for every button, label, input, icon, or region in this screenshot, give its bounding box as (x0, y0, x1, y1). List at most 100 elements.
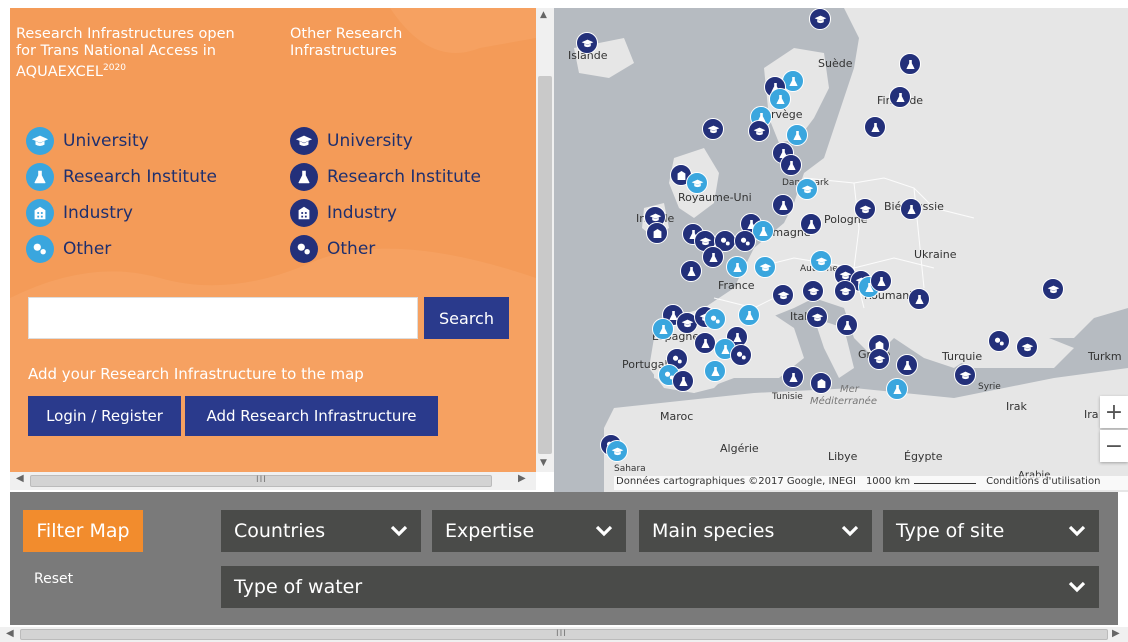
europe-map[interactable]: Islande Suède Finlande Norvège Danemark … (554, 8, 1128, 492)
map-attribution-bar: Données cartographiques ©2017 Google, IN… (614, 476, 1128, 490)
molecule-icon (290, 235, 318, 263)
login-register-button[interactable]: Login / Register (28, 396, 181, 436)
map-marker-research-institute[interactable] (899, 53, 921, 75)
other-legend-list: University Research Institute Industry O… (290, 123, 481, 267)
map-marker-research-institute[interactable] (800, 213, 822, 235)
map-label-syrie: Syrie (978, 382, 1001, 392)
scroll-left-arrow-icon[interactable]: ◀ (6, 628, 14, 639)
map-marker-research-institute[interactable] (738, 304, 760, 326)
scrollbar-thumb[interactable] (538, 76, 552, 454)
map-marker-research-institute[interactable] (652, 318, 674, 340)
map-scale-label: 1000 km (865, 476, 911, 487)
map-marker-university[interactable] (868, 348, 890, 370)
chevron-down-icon (1068, 581, 1086, 593)
flask-icon (290, 163, 318, 191)
legend-item-other-university: University (290, 123, 481, 159)
map-marker-university[interactable] (686, 172, 708, 194)
map-marker-university[interactable] (754, 256, 776, 278)
map-marker-research-institute[interactable] (864, 116, 886, 138)
legend-item-other-industry: Industry (290, 195, 481, 231)
aquaexcel-legend-heading: Research Infrastructures open for Trans … (16, 26, 256, 81)
zoom-out-button[interactable]: − (1100, 430, 1128, 462)
map-marker-research-institute[interactable] (782, 366, 804, 388)
other-legend-heading: Other Research Infrastructures (290, 26, 403, 59)
type-of-water-select-label: Type of water (234, 576, 363, 598)
map-marker-research-institute[interactable] (694, 332, 716, 354)
map-marker-research-institute[interactable] (896, 354, 918, 376)
reset-link[interactable]: Reset (34, 571, 73, 587)
countries-select[interactable]: Countries (221, 510, 421, 552)
map-marker-university[interactable] (802, 280, 824, 302)
map-marker-other[interactable] (988, 330, 1010, 352)
chevron-down-icon (595, 525, 613, 537)
building-icon (26, 199, 54, 227)
map-marker-research-institute[interactable] (726, 256, 748, 278)
map-marker-research-institute[interactable] (889, 86, 911, 108)
map-marker-research-institute[interactable] (772, 194, 794, 216)
map-marker-university[interactable] (809, 8, 831, 30)
scroll-left-arrow-icon[interactable]: ◀ (16, 473, 24, 484)
map-marker-university[interactable] (810, 250, 832, 272)
expertise-select[interactable]: Expertise (432, 510, 626, 552)
search-input[interactable] (28, 297, 418, 339)
map-marker-research-institute[interactable] (900, 198, 922, 220)
legend-panel-vertical-scrollbar[interactable]: ▲ ▼ (536, 8, 554, 472)
map-marker-research-institute[interactable] (780, 154, 802, 176)
map-marker-research-institute[interactable] (680, 260, 702, 282)
flask-icon (26, 163, 54, 191)
map-marker-research-institute[interactable] (870, 270, 892, 292)
map-marker-university[interactable] (954, 364, 976, 386)
map-marker-other[interactable] (730, 344, 752, 366)
map-marker-university[interactable] (796, 178, 818, 200)
legend-panel: Research Infrastructures open for Trans … (10, 8, 536, 472)
map-marker-research-institute[interactable] (908, 288, 930, 310)
map-marker-research-institute[interactable] (836, 314, 858, 336)
map-marker-university[interactable] (606, 440, 628, 462)
legend-item-other-other: Other (290, 231, 481, 267)
legend-label: Research Institute (327, 167, 481, 187)
main-species-select[interactable]: Main species (639, 510, 872, 552)
legend-item-aqua-industry: Industry (26, 195, 217, 231)
add-research-infrastructure-button[interactable]: Add Research Infrastructure (185, 396, 438, 436)
map-label-irak: Irak (1006, 400, 1027, 413)
map-marker-research-institute[interactable] (702, 246, 724, 268)
graduation-cap-icon (26, 127, 54, 155)
map-marker-research-institute[interactable] (786, 124, 808, 146)
scroll-right-arrow-icon[interactable]: ▶ (518, 473, 526, 484)
search-button[interactable]: Search (424, 297, 509, 339)
scroll-down-arrow-icon[interactable]: ▼ (540, 458, 547, 468)
map-marker-university[interactable] (806, 306, 828, 328)
page-horizontal-scrollbar[interactable]: ◀ III ▶ (0, 627, 1128, 642)
map-label-egypte: Égypte (904, 450, 943, 463)
legend-item-aqua-university: University (26, 123, 217, 159)
legend-panel-horizontal-scrollbar[interactable]: ◀ III ▶ (10, 472, 536, 490)
map-marker-industry[interactable] (646, 222, 668, 244)
map-marker-university[interactable] (1016, 336, 1038, 358)
type-of-water-select[interactable]: Type of water (221, 566, 1099, 608)
aquaexcel-heading-sup: 2020 (103, 63, 126, 73)
map-label-algerie: Algérie (720, 442, 759, 455)
legend-label: Other (63, 239, 112, 259)
map-marker-university[interactable] (748, 120, 770, 142)
map-marker-university[interactable] (702, 118, 724, 140)
map-marker-university[interactable] (772, 284, 794, 306)
scroll-right-arrow-icon[interactable]: ▶ (1112, 628, 1120, 639)
map-marker-university[interactable] (834, 280, 856, 302)
map-marker-other[interactable] (734, 230, 756, 252)
map-marker-university[interactable] (576, 32, 598, 54)
zoom-in-button[interactable]: + (1100, 396, 1128, 428)
map-marker-university[interactable] (1042, 278, 1064, 300)
scroll-up-arrow-icon[interactable]: ▲ (540, 10, 547, 20)
map-marker-research-institute[interactable] (704, 360, 726, 382)
map-marker-industry[interactable] (810, 372, 832, 394)
legend-label: Research Institute (63, 167, 217, 187)
map-marker-research-institute[interactable] (769, 88, 791, 110)
map-marker-other[interactable] (704, 308, 726, 330)
map-marker-research-institute[interactable] (672, 370, 694, 392)
countries-select-label: Countries (234, 520, 326, 542)
map-marker-university[interactable] (854, 198, 876, 220)
map-terms-link[interactable]: Conditions d'utilisation (986, 476, 1100, 490)
type-of-site-select[interactable]: Type of site (883, 510, 1099, 552)
filter-map-title: Filter Map (23, 510, 143, 552)
map-marker-research-institute[interactable] (886, 378, 908, 400)
